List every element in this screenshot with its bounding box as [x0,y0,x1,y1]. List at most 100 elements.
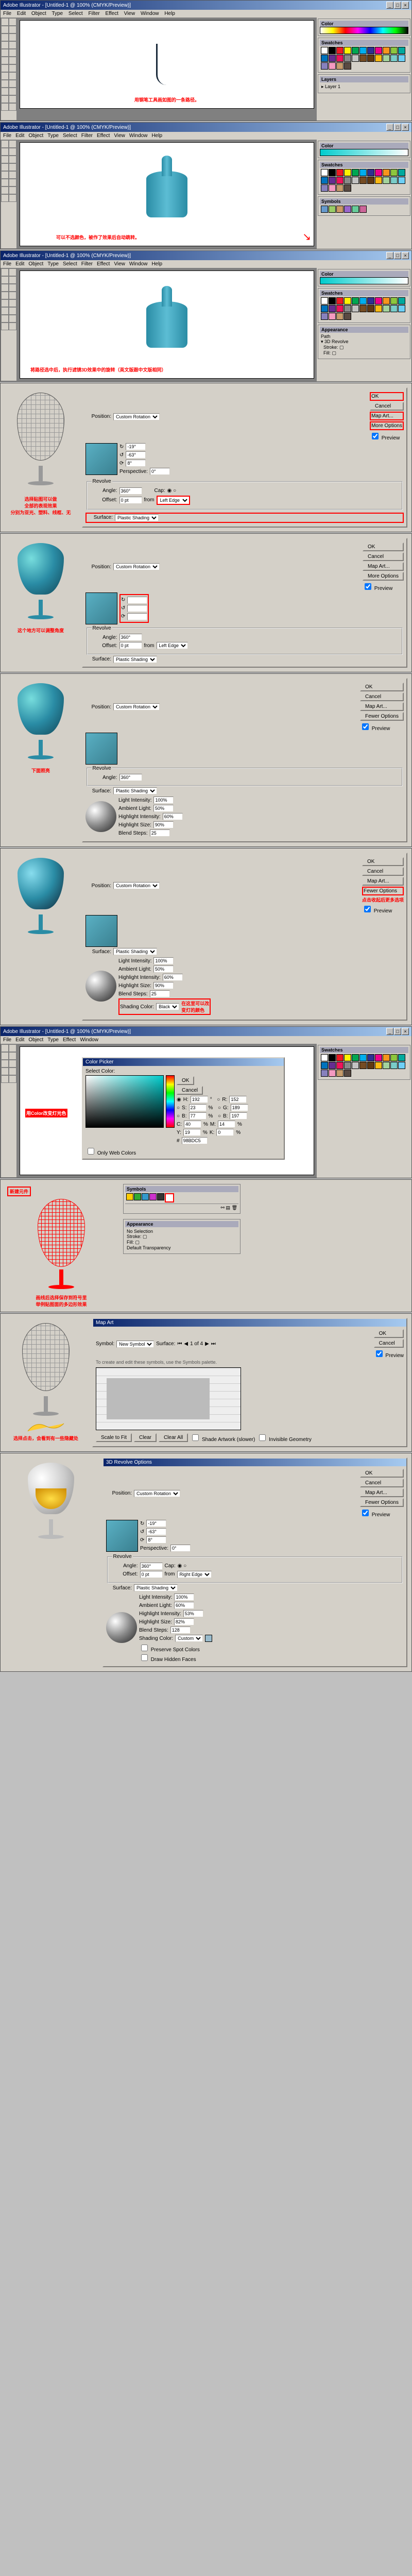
cancel-button[interactable]: Cancel [177,1086,203,1095]
swatch[interactable] [321,177,328,184]
rotation-cube-preview[interactable] [85,443,117,475]
swatches-panel[interactable]: Swatches [318,38,410,73]
swatch[interactable] [321,1054,328,1061]
swatch[interactable] [383,55,390,62]
rot-z-input[interactable] [126,460,146,467]
shading-color-swatch[interactable] [205,1635,212,1642]
swatch[interactable] [359,297,367,304]
rot-y-input[interactable] [126,451,146,459]
swatch[interactable] [329,305,336,312]
surface-select[interactable]: Plastic Shading [115,514,159,521]
swatch[interactable] [383,305,390,312]
swatch[interactable] [375,55,382,62]
swatch[interactable] [329,47,336,54]
menu-type[interactable]: Type [52,11,63,16]
appearance-panel[interactable]: Appearance Path▾ 3D Revolve Stroke: ▢ Fi… [318,325,410,359]
light-sphere-preview[interactable] [85,801,116,832]
swatch[interactable] [352,47,359,54]
fewer-options-button[interactable]: Fewer Options [362,887,404,895]
swatch[interactable] [329,62,336,70]
swatch[interactable] [375,1062,382,1069]
swatch[interactable] [336,313,344,320]
delete-symbol-icon[interactable]: 🗑 [232,1205,237,1210]
angle-input[interactable] [119,487,142,495]
swatch[interactable] [336,55,344,62]
swatch[interactable] [390,47,398,54]
color-field[interactable] [85,1075,164,1128]
swatch[interactable] [321,47,328,54]
swatch[interactable] [336,62,344,70]
swatch[interactable] [359,1054,367,1061]
swatch[interactable] [383,297,390,304]
layers-panel[interactable]: Layers ▸ Layer 1 [318,74,410,93]
swatch[interactable] [336,297,344,304]
swatch[interactable] [367,297,374,304]
swatch[interactable] [329,1054,336,1061]
swatch[interactable] [383,169,390,176]
swatch[interactable] [329,1062,336,1069]
clear-button[interactable]: Clear [134,1433,157,1442]
color-panel[interactable]: Color [318,19,410,36]
swatch[interactable] [336,47,344,54]
ok-button[interactable]: OK [370,392,404,401]
swatch[interactable] [329,169,336,176]
swatch[interactable] [390,55,398,62]
surface-next-icon[interactable]: ▶ [205,1341,209,1347]
swatch[interactable] [359,47,367,54]
swatch[interactable] [359,55,367,62]
swatch[interactable] [321,313,328,320]
swatch[interactable] [352,297,359,304]
preview-checkbox[interactable]: Preview [370,431,404,441]
swatch[interactable] [321,297,328,304]
only-web-checkbox[interactable]: Only Web Colors [85,1150,136,1156]
close-button[interactable]: × [402,2,409,9]
swatch[interactable] [390,1054,398,1061]
scale-to-fit-button[interactable]: Scale to Fit [96,1433,132,1442]
swatch[interactable] [398,1054,405,1061]
swatch[interactable] [336,305,344,312]
swatch[interactable] [375,297,382,304]
menu-file[interactable]: File [3,11,11,16]
swatch[interactable] [352,169,359,176]
toolbox[interactable] [1,268,17,381]
swatch[interactable] [321,305,328,312]
menu-window[interactable]: Window [141,11,159,16]
swatch[interactable] [367,47,374,54]
swatch[interactable] [367,169,374,176]
swatch[interactable] [344,313,351,320]
rot-x-input[interactable] [126,443,146,450]
canvas[interactable]: 用钢笔工具画如图的一条路径。 [20,20,314,109]
swatch[interactable] [344,1062,351,1069]
swatch[interactable] [398,177,405,184]
swatch[interactable] [329,1070,336,1077]
swatch[interactable] [321,55,328,62]
light-sphere-final[interactable] [106,1612,137,1643]
swatch[interactable] [359,177,367,184]
menu-effect[interactable]: Effect [106,11,118,16]
swatch[interactable] [359,1062,367,1069]
swatch[interactable] [383,1062,390,1069]
swatch[interactable] [398,297,405,304]
rotation-cube[interactable] [85,592,117,624]
swatch[interactable] [398,47,405,54]
swatch[interactable] [344,47,351,54]
swatch[interactable] [390,169,398,176]
swatch[interactable] [398,305,405,312]
menu-edit[interactable]: Edit [17,11,26,16]
position-select[interactable]: Custom Rotation [113,413,160,420]
swatch[interactable] [329,313,336,320]
surface-last-icon[interactable]: ⏭ [211,1341,216,1347]
swatch[interactable] [344,184,351,192]
swatch[interactable] [336,184,344,192]
swatch[interactable] [383,1054,390,1061]
swatch[interactable] [352,1054,359,1061]
swatch[interactable] [344,297,351,304]
swatch[interactable] [375,47,382,54]
swatch[interactable] [352,305,359,312]
new-symbol-icon[interactable]: ▤ [226,1205,231,1210]
swatch[interactable] [336,1070,344,1077]
swatch[interactable] [344,1070,351,1077]
swatch[interactable] [344,62,351,70]
perspective-input[interactable] [150,468,170,475]
offset-input[interactable] [119,497,142,504]
